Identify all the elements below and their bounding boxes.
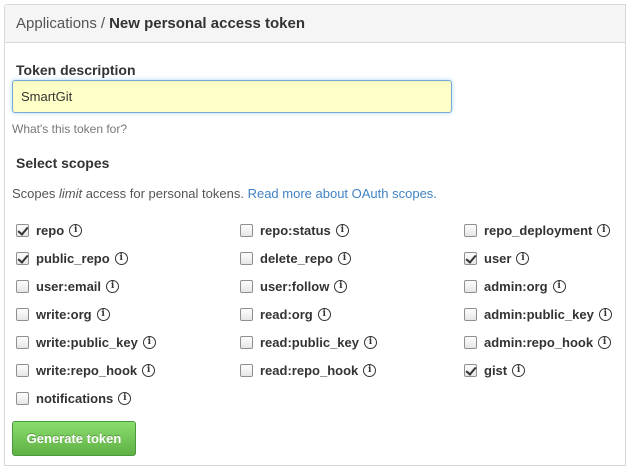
scope-admin-public-key[interactable]: admin:public_key i xyxy=(464,305,612,323)
scope-repo-checkbox[interactable] xyxy=(16,223,29,237)
scope-gist[interactable]: gist i xyxy=(464,361,526,379)
info-icon[interactable]: i xyxy=(597,223,611,237)
scope-label: user xyxy=(484,250,512,266)
info-icon[interactable]: i xyxy=(96,307,110,321)
info-icon[interactable]: i xyxy=(106,279,120,293)
scope-label: repo xyxy=(36,222,65,238)
scope-read-public-key[interactable]: read:public_key i xyxy=(240,333,377,351)
generate-token-button[interactable]: Generate token xyxy=(12,421,136,456)
scope-read-org-checkbox[interactable] xyxy=(240,307,253,321)
scope-user-follow-checkbox[interactable] xyxy=(240,279,253,293)
scope-repo-status[interactable]: repo:status i xyxy=(240,221,349,239)
info-icon[interactable]: i xyxy=(512,363,526,377)
breadcrumb: Applications / New personal access token xyxy=(5,5,625,43)
scope-gist-checkbox[interactable] xyxy=(464,363,477,377)
scopes-description: Scopes limit access for personal tokens.… xyxy=(12,186,437,201)
info-icon[interactable]: i xyxy=(69,223,83,237)
scope-delete-repo[interactable]: delete_repo i xyxy=(240,249,351,267)
info-icon[interactable]: i xyxy=(114,251,128,265)
scope-label: repo:status xyxy=(260,222,331,238)
select-scopes-heading: Select scopes xyxy=(16,155,110,171)
scope-write-public-key-checkbox[interactable] xyxy=(16,335,29,349)
scope-write-org-checkbox[interactable] xyxy=(16,307,29,321)
info-icon[interactable]: i xyxy=(118,391,132,405)
breadcrumb-separator: / xyxy=(100,15,106,32)
info-icon[interactable]: i xyxy=(337,251,351,265)
scope-write-org[interactable]: write:org i xyxy=(16,305,110,323)
scopes-desc-middle: access for personal tokens. xyxy=(82,186,248,201)
scope-notifications[interactable]: notifications i xyxy=(16,389,132,407)
scope-repo-deployment[interactable]: repo_deployment i xyxy=(464,221,611,239)
scope-label: public_repo xyxy=(36,250,110,266)
info-icon[interactable]: i xyxy=(364,335,377,349)
info-icon[interactable]: i xyxy=(142,363,156,377)
scope-admin-org[interactable]: admin:org i xyxy=(464,277,566,295)
scope-write-repo-hook[interactable]: write:repo_hook i xyxy=(16,361,156,379)
scope-label: gist xyxy=(484,362,508,378)
scopes-desc-emphasis: limit xyxy=(58,186,83,201)
scope-label: notifications xyxy=(36,390,114,406)
scope-label: user:follow xyxy=(260,278,330,294)
token-description-input[interactable] xyxy=(12,80,452,113)
scope-write-public-key[interactable]: write:public_key i xyxy=(16,333,156,351)
info-icon[interactable]: i xyxy=(516,251,530,265)
scope-repo-deployment-checkbox[interactable] xyxy=(464,223,477,237)
scopes-desc-prefix: Scopes xyxy=(12,186,59,201)
info-icon[interactable]: i xyxy=(334,279,348,293)
info-icon[interactable]: i xyxy=(598,335,612,349)
info-icon[interactable]: i xyxy=(335,223,349,237)
scope-write-repo-hook-checkbox[interactable] xyxy=(16,363,29,377)
scope-delete-repo-checkbox[interactable] xyxy=(240,251,253,265)
info-icon[interactable]: i xyxy=(142,335,156,349)
scope-user[interactable]: user i xyxy=(464,249,530,267)
info-icon[interactable]: i xyxy=(317,307,331,321)
scope-label: read:public_key xyxy=(260,334,359,350)
page-title: New personal access token xyxy=(109,15,305,32)
scope-read-repo-hook[interactable]: read:repo_hook i xyxy=(240,361,377,379)
scope-label: write:org xyxy=(36,306,92,322)
scope-label: write:repo_hook xyxy=(36,362,138,378)
scope-user-checkbox[interactable] xyxy=(464,251,477,265)
token-description-hint: What's this token for? xyxy=(12,122,128,136)
scope-read-public-key-checkbox[interactable] xyxy=(240,335,253,349)
info-icon[interactable]: i xyxy=(598,307,612,321)
scope-repo[interactable]: repo i xyxy=(16,221,83,239)
scope-user-email[interactable]: user:email i xyxy=(16,277,120,295)
scope-label: admin:org xyxy=(484,278,548,294)
scope-public-repo-checkbox[interactable] xyxy=(16,251,29,265)
breadcrumb-applications-link[interactable]: Applications xyxy=(16,15,97,32)
scope-notifications-checkbox[interactable] xyxy=(16,391,29,405)
scope-public-repo[interactable]: public_repo i xyxy=(16,249,128,267)
scope-label: admin:public_key xyxy=(484,306,594,322)
scope-admin-public-key-checkbox[interactable] xyxy=(464,307,477,321)
scope-read-repo-hook-checkbox[interactable] xyxy=(240,363,253,377)
info-icon[interactable]: i xyxy=(552,279,566,293)
token-description-label: Token description xyxy=(16,62,136,78)
scope-label: repo_deployment xyxy=(484,222,593,238)
scope-read-org[interactable]: read:org i xyxy=(240,305,331,323)
oauth-scopes-link[interactable]: Read more about OAuth scopes. xyxy=(248,186,437,201)
scope-admin-repo-hook[interactable]: admin:repo_hook i xyxy=(464,333,612,351)
scope-label: write:public_key xyxy=(36,334,138,350)
scope-user-follow[interactable]: user:follow i xyxy=(240,277,348,295)
scope-label: read:org xyxy=(260,306,313,322)
scope-user-email-checkbox[interactable] xyxy=(16,279,29,293)
scope-label: delete_repo xyxy=(260,250,333,266)
info-icon[interactable]: i xyxy=(363,363,377,377)
scope-label: user:email xyxy=(36,278,102,294)
scope-label: admin:repo_hook xyxy=(484,334,594,350)
scope-label: read:repo_hook xyxy=(260,362,359,378)
scope-admin-org-checkbox[interactable] xyxy=(464,279,477,293)
scope-repo-status-checkbox[interactable] xyxy=(240,223,253,237)
scope-admin-repo-hook-checkbox[interactable] xyxy=(464,335,477,349)
